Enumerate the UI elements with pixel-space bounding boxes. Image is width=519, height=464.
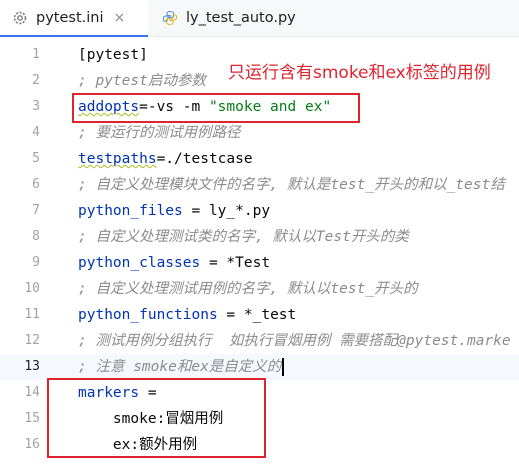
line-number: 10 [24, 281, 40, 296]
tab-label: ly_test_auto.py [186, 10, 296, 26]
code-line[interactable]: 6 ; 自定义处理模块文件的名字, 默认是test_开头的和以_test结 [0, 172, 519, 198]
code-text: python_files = ly_*.py [78, 198, 270, 224]
code-text: ; 自定义处理测试用例的名字, 默认以test_开头的 [78, 276, 418, 302]
python-file-icon [162, 10, 178, 26]
code-text: ; pytest启动参数 [78, 68, 206, 94]
code-text: ; 要运行的测试用例路径 [78, 120, 240, 146]
comment-text: ; 测试用例分组执行 如执行冒烟用例 需要搭配@pytest.marke [78, 333, 511, 349]
comment-text: ; 要运行的测试用例路径 [78, 125, 241, 141]
highlight-box-addopts [72, 93, 360, 123]
code-editor[interactable]: 1 [pytest] 2; pytest启动参数 3 addopts=-vs -m "s… [0, 37, 519, 464]
section-header: [pytest] [78, 47, 148, 63]
line-number: 11 [24, 307, 40, 322]
text-cursor [282, 358, 285, 376]
line-number: 12 [24, 333, 40, 348]
line-number: 9 [32, 255, 40, 270]
comment-text: ; 自定义处理模块文件的名字, 默认是test_开头的和以_test结 [78, 177, 505, 193]
line-number: 7 [32, 203, 40, 218]
config-value: =./testcase [156, 151, 253, 167]
comment-text: ; pytest启动参数 [78, 73, 206, 89]
code-line[interactable]: 8 ; 自定义处理测试类的名字, 默认以Test开头的类 [0, 224, 519, 250]
config-key: python_functions [78, 307, 218, 323]
config-key: python_files [78, 203, 183, 219]
code-line[interactable]: 9 python_classes = *Test [0, 250, 519, 276]
config-value: = *_test [217, 307, 297, 323]
line-number: 6 [32, 177, 40, 192]
code-line[interactable]: 10 ; 自定义处理测试用例的名字, 默认以test_开头的 [0, 276, 519, 302]
code-line[interactable]: 7 python_files = ly_*.py [0, 198, 519, 224]
highlight-box-markers [47, 378, 266, 458]
line-number: 15 [24, 411, 40, 426]
settings-file-icon [12, 10, 28, 26]
config-key: testpaths [78, 151, 157, 167]
code-line[interactable]: 12 ; 测试用例分组执行 如执行冒烟用例 需要搭配@pytest.marke [0, 328, 519, 354]
code-line[interactable]: 5 testpaths=./testcase [0, 146, 519, 172]
code-text: [pytest] [78, 42, 148, 68]
code-text: testpaths=./testcase [78, 146, 253, 172]
editor-tab-bar: pytest.ini × ly_test_auto.py [0, 0, 519, 37]
line-number: 3 [32, 99, 40, 114]
tab-label: pytest.ini [36, 10, 104, 26]
line-number: 14 [24, 385, 40, 400]
comment-text: ; 注意 smoke和ex是自定义的 [78, 359, 282, 375]
code-line[interactable]: 13 ; 注意 smoke和ex是自定义的 [0, 354, 519, 380]
code-text: ; 注意 smoke和ex是自定义的 [78, 354, 285, 380]
line-number: 2 [32, 73, 40, 88]
line-number: 5 [32, 151, 40, 166]
code-text: ; 自定义处理测试类的名字, 默认以Test开头的类 [78, 224, 409, 250]
code-line[interactable]: 11 python_functions = *_test [0, 302, 519, 328]
code-text: python_classes = *Test [78, 250, 270, 276]
comment-text: ; 自定义处理测试用例的名字, 默认以test_开头的 [78, 281, 418, 297]
comment-text: ; 自定义处理测试类的名字, 默认以Test开头的类 [78, 229, 409, 245]
tab-pytest-ini[interactable]: pytest.ini × [0, 0, 148, 37]
code-text: ; 自定义处理模块文件的名字, 默认是test_开头的和以_test结 [78, 172, 505, 198]
line-number: 1 [32, 47, 40, 62]
config-value: = *Test [200, 255, 271, 271]
line-number: 13 [24, 359, 40, 374]
line-number: 16 [24, 437, 40, 452]
code-line[interactable]: 4 ; 要运行的测试用例路径 [0, 120, 519, 146]
annotation-text: 只运行含有smoke和ex标签的用例 [228, 63, 491, 83]
config-key: python_classes [78, 255, 201, 271]
code-text: python_functions = *_test [78, 302, 296, 328]
line-number: 8 [32, 229, 40, 244]
line-number: 4 [32, 125, 40, 140]
config-value: = ly_*.py [182, 203, 271, 219]
tab-ly-test-auto[interactable]: ly_test_auto.py [150, 0, 296, 36]
close-icon[interactable]: × [114, 10, 126, 26]
code-text: ; 测试用例分组执行 如执行冒烟用例 需要搭配@pytest.marke [78, 328, 511, 354]
